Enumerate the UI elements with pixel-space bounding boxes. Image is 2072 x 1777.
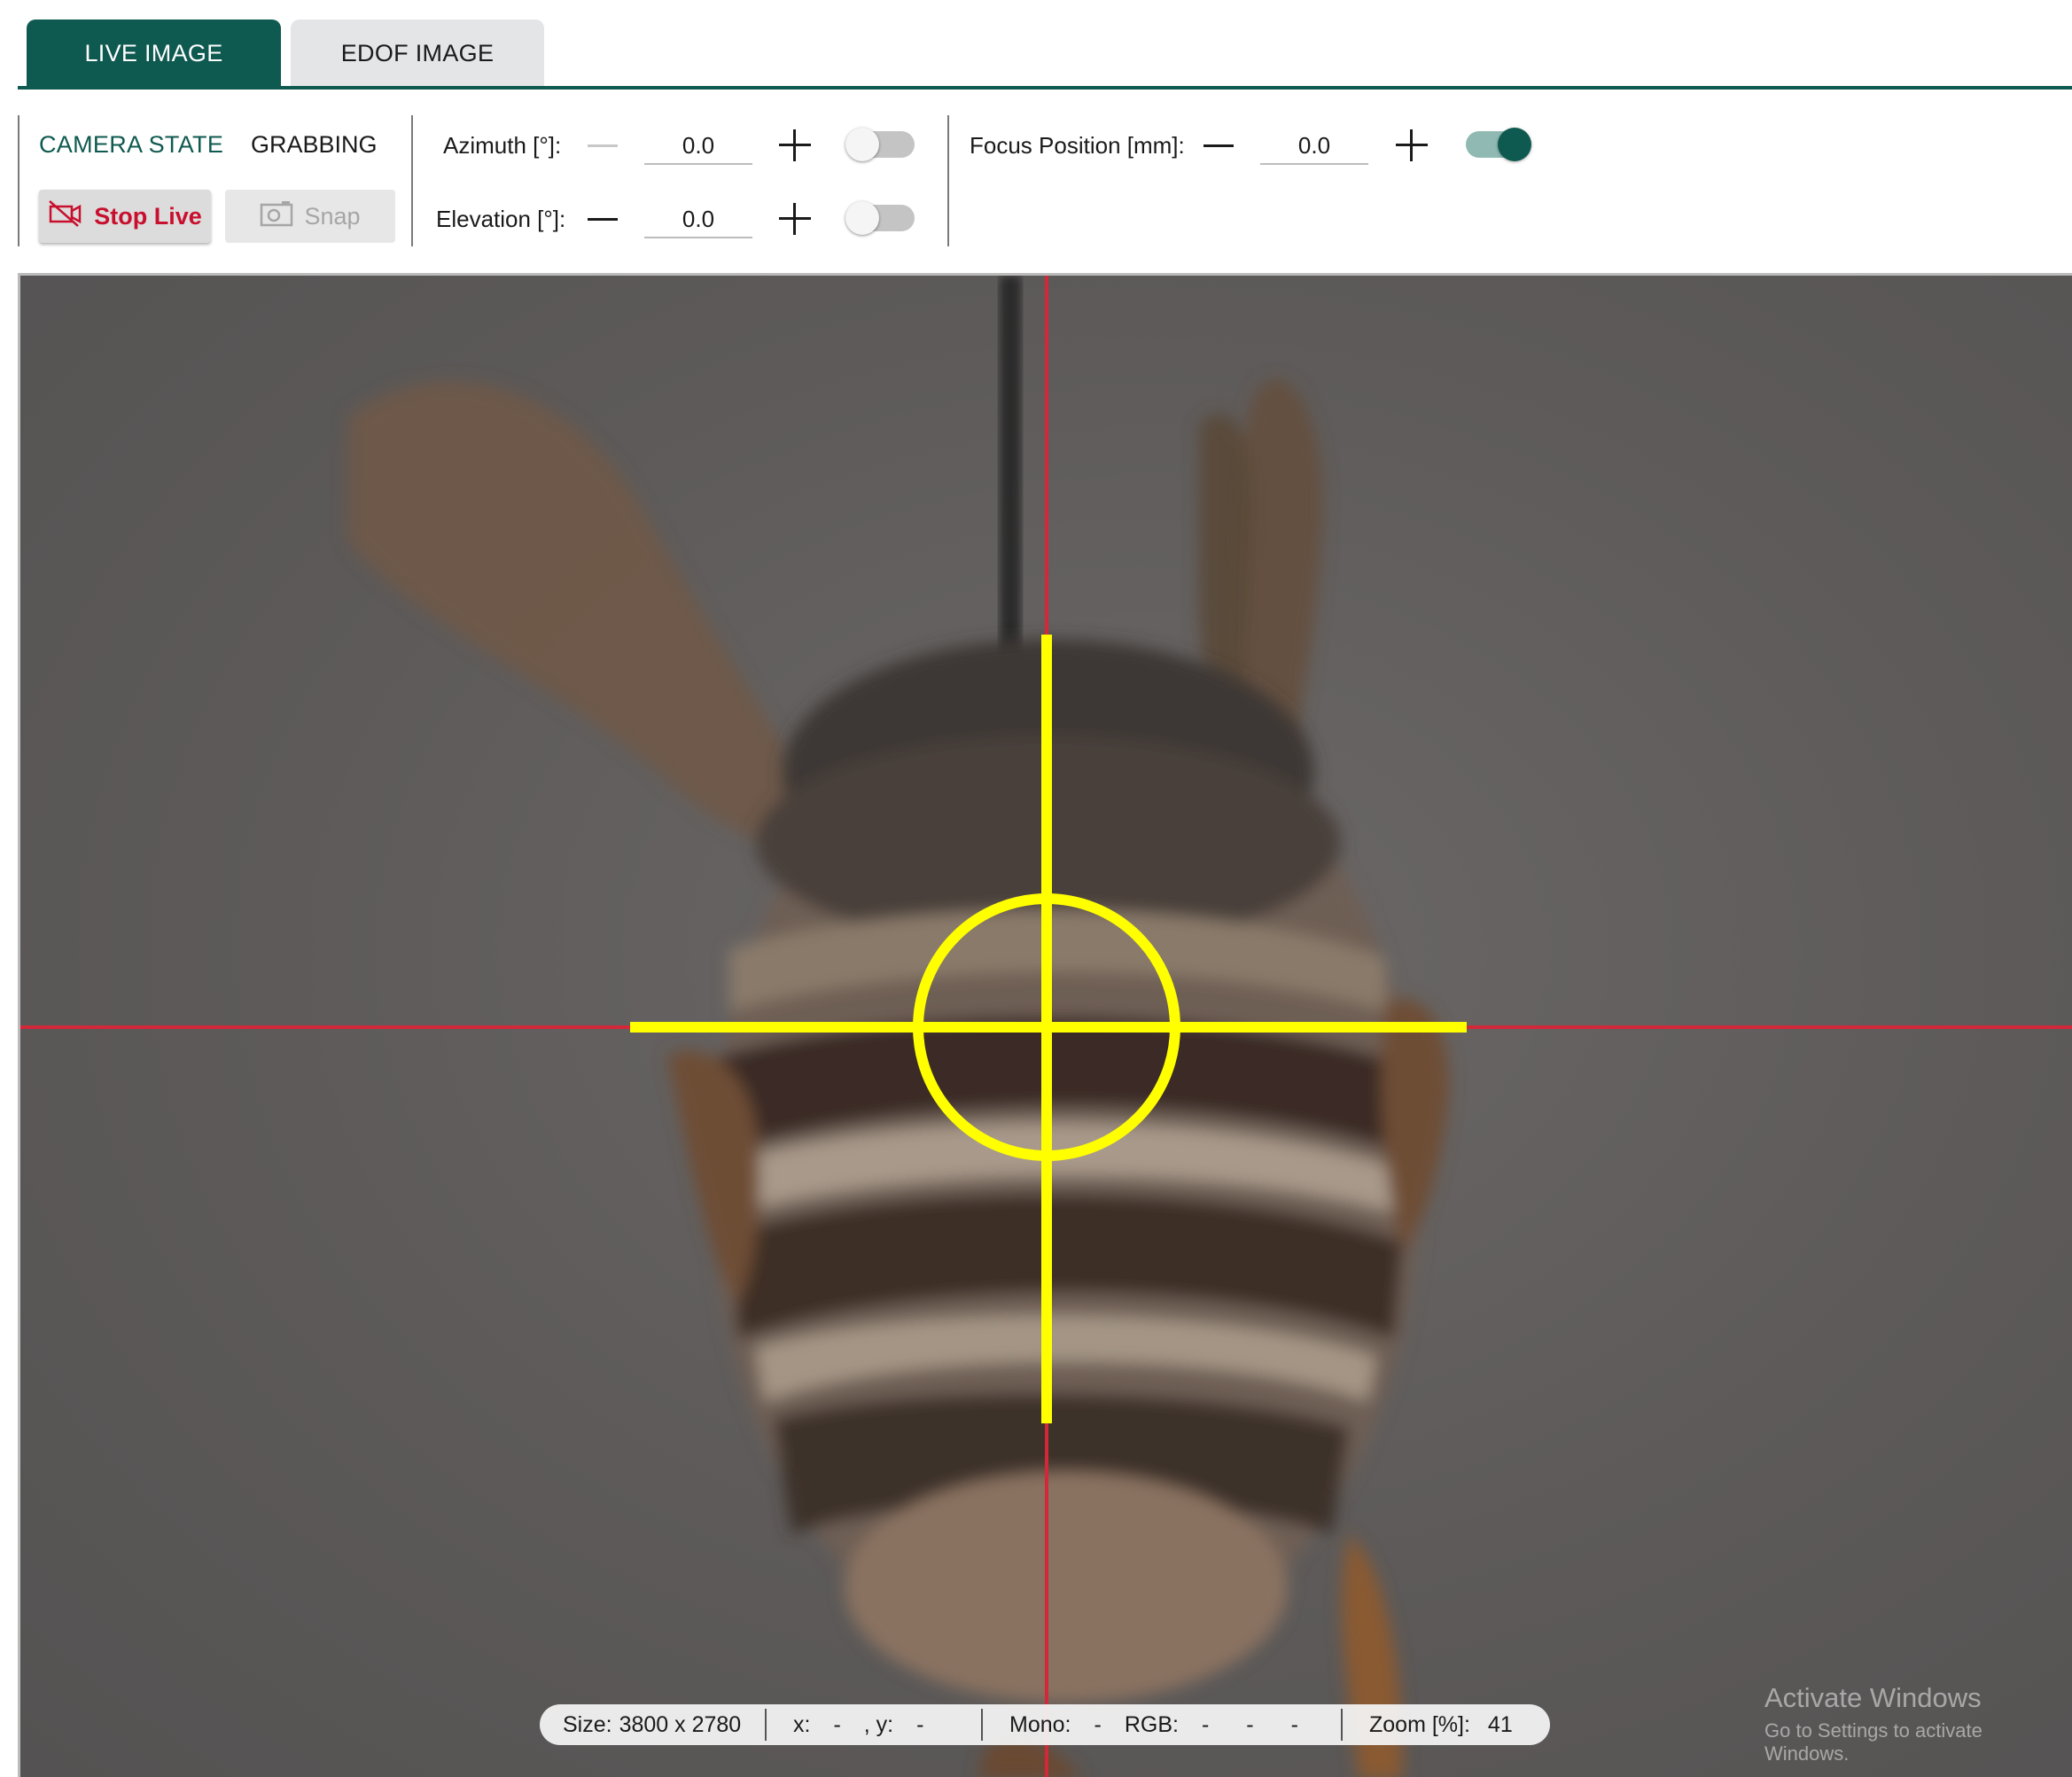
zoom-segment: Zoom [%]: 41	[1343, 1704, 1513, 1745]
image-status-bar: Size: 3800 x 2780 x: - , y: - Mono: - RG…	[540, 1704, 1550, 1745]
focus-increment-button[interactable]	[1396, 129, 1428, 161]
watermark-title: Activate Windows	[1764, 1682, 1982, 1713]
stop-live-label: Stop Live	[94, 202, 202, 230]
stop-live-button[interactable]: Stop Live	[39, 190, 211, 243]
size-value: 3800 x 2780	[619, 1711, 742, 1737]
snap-label: Snap	[304, 202, 361, 230]
camera-icon	[260, 200, 293, 233]
x-value: -	[833, 1711, 841, 1737]
pixel-value-segment: Mono: - RGB: - - -	[983, 1704, 1341, 1745]
azimuth-label: Azimuth [°]:	[443, 132, 562, 159]
tab-bar: LIVE IMAGE EDOF IMAGE	[0, 0, 2072, 90]
zoom-value: 41	[1487, 1711, 1513, 1737]
tab-underline	[18, 86, 2072, 90]
focus-position-input[interactable]: 0.0	[1260, 128, 1368, 165]
azimuth-decrement-button[interactable]	[588, 144, 618, 147]
camera-off-icon	[48, 199, 83, 234]
camera-state-label: CAMERA STATE	[39, 131, 224, 158]
live-image-viewer[interactable]: Activate Windows Go to Settings to activ…	[18, 273, 2072, 1777]
focus-toggle[interactable]	[1466, 128, 1531, 161]
y-label: , y:	[863, 1711, 894, 1737]
mono-label: Mono:	[1009, 1711, 1071, 1737]
coordinates-segment: x: - , y: -	[767, 1704, 981, 1745]
specimen-image	[20, 276, 2072, 1777]
rgb-b-value: -	[1290, 1711, 1298, 1737]
toggle-knob	[1498, 128, 1531, 161]
toggle-knob	[845, 128, 879, 161]
toggle-knob	[845, 201, 879, 235]
size-segment: Size: 3800 x 2780	[540, 1704, 765, 1745]
camera-state-value: GRABBING	[251, 131, 378, 158]
focus-position-label: Focus Position [mm]:	[970, 132, 1185, 159]
elevation-input[interactable]: 0.0	[644, 201, 752, 238]
activate-windows-watermark: Activate Windows Go to Settings to activ…	[1764, 1682, 2072, 1765]
azimuth-input[interactable]: 0.0	[644, 128, 752, 165]
azimuth-toggle[interactable]	[845, 128, 915, 161]
azimuth-increment-button[interactable]	[779, 129, 811, 161]
toolbar-divider	[947, 115, 949, 246]
mono-value: -	[1094, 1711, 1102, 1737]
zoom-label: Zoom [%]:	[1369, 1711, 1470, 1737]
y-value: -	[916, 1711, 924, 1737]
rgb-r-value: -	[1201, 1711, 1210, 1737]
elevation-increment-button[interactable]	[779, 203, 811, 235]
toolbar-divider	[411, 115, 413, 246]
elevation-label: Elevation [°]:	[436, 206, 566, 232]
tab-live-image[interactable]: LIVE IMAGE	[27, 19, 281, 87]
rgb-g-value: -	[1246, 1711, 1254, 1737]
rgb-label: RGB:	[1124, 1711, 1179, 1737]
toolbar-divider	[18, 115, 19, 246]
tab-edof-image[interactable]: EDOF IMAGE	[291, 19, 544, 87]
elevation-decrement-button[interactable]	[588, 218, 618, 221]
focus-decrement-button[interactable]	[1203, 144, 1234, 147]
elevation-toggle[interactable]	[845, 201, 915, 235]
watermark-subtitle: Go to Settings to activate Windows.	[1764, 1719, 1982, 1765]
x-label: x:	[793, 1711, 811, 1737]
size-label: Size:	[563, 1711, 612, 1737]
snap-button[interactable]: Snap	[225, 190, 395, 243]
